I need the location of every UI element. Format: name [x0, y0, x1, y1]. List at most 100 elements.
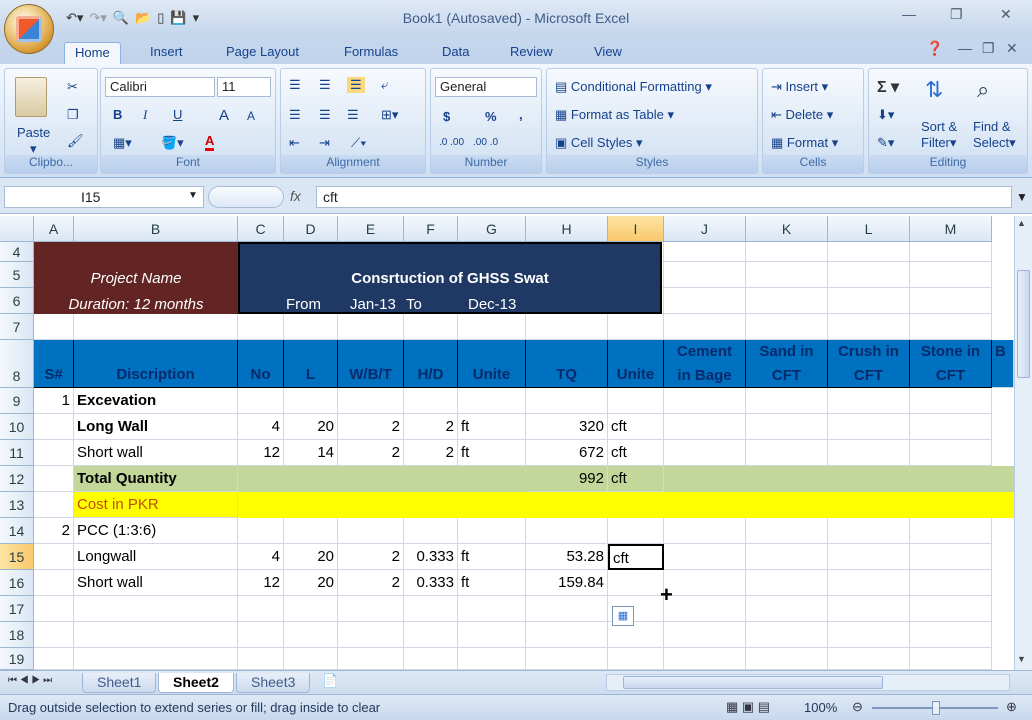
grid-cell[interactable]: [910, 388, 992, 414]
grid-cell[interactable]: [284, 596, 338, 622]
grid-cell[interactable]: [284, 518, 338, 544]
increase-indent-icon[interactable]: ⇥: [319, 135, 330, 151]
header-crush[interactable]: Crush in CFT: [828, 340, 910, 388]
tab-formulas[interactable]: Formulas: [334, 42, 408, 64]
grid-cell[interactable]: [608, 314, 664, 340]
cell-h16[interactable]: 159.84: [526, 570, 608, 596]
delete-cells-button[interactable]: ⇤ Delete ▾: [771, 107, 833, 123]
grid-cell[interactable]: [664, 544, 746, 570]
col-header-e[interactable]: E: [338, 216, 404, 242]
row-header-17[interactable]: 17: [0, 596, 34, 622]
grid-cell[interactable]: [828, 518, 910, 544]
grid-cell[interactable]: [34, 314, 74, 340]
decrease-indent-icon[interactable]: ⇤: [289, 135, 300, 151]
grid-cell[interactable]: [828, 544, 910, 570]
row-header-7[interactable]: 7: [0, 314, 34, 340]
grid-cell[interactable]: [34, 596, 74, 622]
cell-i10[interactable]: cft: [608, 414, 664, 440]
col-header-i[interactable]: I: [608, 216, 664, 242]
currency-button[interactable]: $: [443, 109, 450, 124]
grid-cell[interactable]: [34, 414, 74, 440]
grid-cell[interactable]: [338, 388, 404, 414]
close-icon[interactable]: ✕: [1000, 6, 1012, 23]
underline-button[interactable]: U: [173, 107, 182, 122]
paste-button[interactable]: Paste: [17, 125, 50, 140]
row-header-13[interactable]: 13: [0, 492, 34, 518]
cell-h12[interactable]: 992: [526, 466, 608, 492]
header-b[interactable]: B: [992, 340, 1014, 388]
header-wbt[interactable]: W/B/T: [338, 340, 404, 388]
grid-cell[interactable]: [526, 314, 608, 340]
vertical-scrollbar[interactable]: ▲ ▼: [1014, 216, 1032, 670]
format-painter-icon[interactable]: 🖌: [67, 133, 84, 149]
row-header-4[interactable]: 4: [0, 242, 34, 262]
row-header-6[interactable]: 6: [0, 288, 34, 314]
cell-c10[interactable]: 4: [238, 414, 284, 440]
grid-cell[interactable]: [238, 314, 284, 340]
col-header-b[interactable]: B: [74, 216, 238, 242]
grid-cell[interactable]: [664, 388, 746, 414]
grid-cell[interactable]: [746, 622, 828, 648]
cell-b15[interactable]: Longwall: [74, 544, 238, 570]
grid-cell[interactable]: [74, 596, 238, 622]
cell-h15[interactable]: 53.28: [526, 544, 608, 570]
cell-g10[interactable]: ft: [458, 414, 526, 440]
insert-cells-button[interactable]: ⇥ Insert ▾: [771, 79, 828, 95]
header-sand[interactable]: Sand in CFT: [746, 340, 828, 388]
cell-e15[interactable]: 2: [338, 544, 404, 570]
decrease-decimal-button[interactable]: .00 .0: [473, 137, 498, 148]
grid-cell[interactable]: [664, 314, 746, 340]
autosum-button[interactable]: Σ ▾: [877, 77, 899, 97]
row-header-14[interactable]: 14: [0, 518, 34, 544]
grid-cell[interactable]: [34, 544, 74, 570]
grid-cell[interactable]: [828, 440, 910, 466]
insert-function-button[interactable]: fx: [290, 188, 301, 204]
header-l[interactable]: L: [284, 340, 338, 388]
grid-cell[interactable]: [34, 622, 74, 648]
grid-cell[interactable]: [458, 648, 526, 670]
zoom-in-icon[interactable]: ⊕: [1006, 699, 1017, 715]
zoom-out-icon[interactable]: ⊖: [852, 699, 863, 715]
grid-cell[interactable]: [526, 518, 608, 544]
grid-cell[interactable]: [404, 388, 458, 414]
grow-font-button[interactable]: A: [219, 107, 229, 124]
number-format-select[interactable]: General: [435, 77, 537, 97]
paste-icon[interactable]: [15, 77, 47, 117]
grid-cell[interactable]: [746, 440, 828, 466]
grid-cell[interactable]: [828, 648, 910, 670]
grid-cell[interactable]: [526, 596, 608, 622]
grid-cell[interactable]: [828, 242, 910, 262]
grid-cell[interactable]: [664, 648, 746, 670]
cell-g11[interactable]: ft: [458, 440, 526, 466]
grid-cell[interactable]: [746, 288, 828, 314]
cell-c15[interactable]: 4: [238, 544, 284, 570]
grid-cell[interactable]: [910, 262, 992, 288]
cell-c16[interactable]: 12: [238, 570, 284, 596]
auto-fill-options-icon[interactable]: ▦: [612, 606, 634, 626]
cell-e11[interactable]: 2: [338, 440, 404, 466]
tab-sheet1[interactable]: Sheet1: [82, 673, 157, 693]
grid-cell[interactable]: [238, 518, 284, 544]
cell-d11[interactable]: 14: [284, 440, 338, 466]
font-name-select[interactable]: Calibri: [105, 77, 215, 97]
grid-cell[interactable]: [746, 570, 828, 596]
scroll-thumb[interactable]: [1017, 270, 1030, 378]
fill-icon[interactable]: ⬇▾: [877, 107, 894, 123]
cell-g16[interactable]: ft: [458, 570, 526, 596]
grid-cell[interactable]: [664, 596, 746, 622]
grid-cell[interactable]: [746, 414, 828, 440]
col-header-g[interactable]: G: [458, 216, 526, 242]
worksheet-grid[interactable]: A B C D E F G H I J K L M 4 5 6 7 8 9 10 11 12 13 14 15 16 17 18 19 P…: [0, 216, 1014, 670]
grid-cell[interactable]: [404, 314, 458, 340]
row-header-9[interactable]: 9: [0, 388, 34, 414]
binoculars-icon[interactable]: ⌕: [977, 77, 989, 103]
find-select-button[interactable]: Find & Select▾: [973, 119, 1016, 151]
grid-cell[interactable]: [664, 622, 746, 648]
header-description[interactable]: Discription: [74, 340, 238, 388]
cell-c11[interactable]: 12: [238, 440, 284, 466]
grid-cell[interactable]: [404, 596, 458, 622]
grid-cell[interactable]: [458, 314, 526, 340]
header-hd[interactable]: H/D: [404, 340, 458, 388]
name-box[interactable]: I15: [4, 186, 204, 208]
scroll-up-icon[interactable]: ▲: [1017, 218, 1026, 228]
